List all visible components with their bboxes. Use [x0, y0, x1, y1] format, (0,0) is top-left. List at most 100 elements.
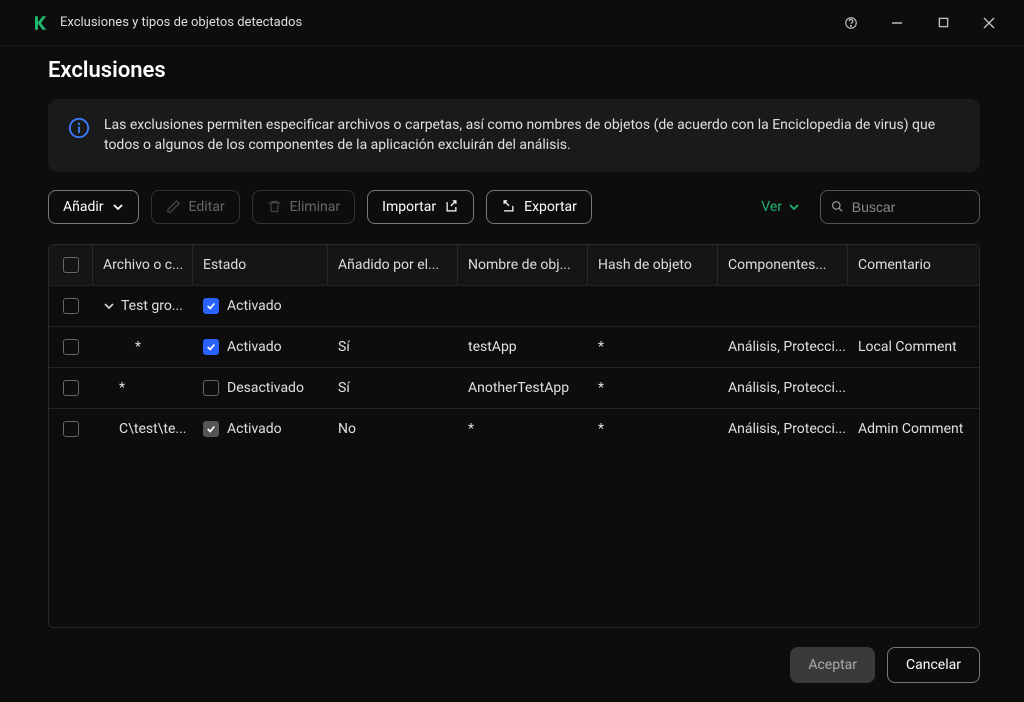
import-button-label: Importar: [382, 199, 436, 215]
exclusions-table: Archivo o c... Estado Añadido por el... …: [48, 244, 980, 628]
row-checkbox[interactable]: [63, 339, 79, 355]
cell-components: [718, 286, 848, 326]
accept-button[interactable]: Aceptar: [790, 647, 875, 683]
header-object-hash[interactable]: Hash de objeto: [588, 245, 718, 285]
header-state[interactable]: Estado: [193, 245, 328, 285]
table-body: Test gro...Activado*ActivadoSítestApp*An…: [49, 285, 979, 627]
titlebar: Exclusiones y tipos de objetos detectado…: [0, 0, 1024, 46]
cell-object-name: AnotherTestApp: [458, 368, 588, 408]
edit-button-label: Editar: [189, 199, 225, 215]
trash-icon: [267, 199, 282, 214]
header-components[interactable]: Componentes...: [718, 245, 848, 285]
table-row[interactable]: C\test\te...ActivadoNo**Análisis, Protec…: [49, 408, 979, 449]
view-link[interactable]: Ver: [761, 199, 800, 215]
add-button[interactable]: Añadir: [48, 190, 139, 224]
table-header: Archivo o c... Estado Añadido por el... …: [49, 245, 979, 285]
row-checkbox[interactable]: [63, 298, 79, 314]
select-all-checkbox[interactable]: [63, 257, 79, 273]
cell-object-name: *: [458, 409, 588, 449]
cell-added-by: [328, 286, 458, 326]
cancel-button-label: Cancelar: [906, 657, 961, 673]
cell-added-by: Sí: [328, 327, 458, 367]
cell-object-hash: *: [588, 327, 718, 367]
toolbar: Añadir Editar Eliminar Importar Exportar: [48, 190, 980, 224]
header-file[interactable]: Archivo o c...: [93, 245, 193, 285]
window-controls: [828, 7, 1012, 39]
table-row[interactable]: Test gro...Activado: [49, 285, 979, 326]
edit-button[interactable]: Editar: [151, 190, 240, 224]
cell-object-hash: *: [588, 368, 718, 408]
maximize-button[interactable]: [920, 7, 966, 39]
app-window: Exclusiones y tipos de objetos detectado…: [0, 0, 1024, 702]
cancel-button[interactable]: Cancelar: [887, 647, 980, 683]
export-icon: [501, 199, 516, 214]
header-comment[interactable]: Comentario: [848, 245, 968, 285]
cell-state: Activado: [193, 286, 328, 326]
chevron-down-icon: [788, 201, 800, 213]
row-checkbox-cell: [49, 368, 93, 408]
header-added-by[interactable]: Añadido por el...: [328, 245, 458, 285]
app-logo-icon: [32, 14, 50, 32]
row-checkbox-cell: [49, 409, 93, 449]
export-button[interactable]: Exportar: [486, 190, 592, 224]
row-checkbox[interactable]: [63, 421, 79, 437]
info-text: Las exclusiones permiten especificar arc…: [104, 115, 960, 156]
window-title: Exclusiones y tipos de objetos detectado…: [60, 15, 828, 30]
state-label: Desactivado: [227, 380, 304, 396]
state-label: Activado: [227, 339, 282, 355]
search-box[interactable]: [820, 190, 980, 224]
table-row[interactable]: *ActivadoSítestApp*Análisis, Protecci...…: [49, 326, 979, 367]
cell-state: Desactivado: [193, 368, 328, 408]
cell-object-hash: [588, 286, 718, 326]
header-object-name[interactable]: Nombre de obj...: [458, 245, 588, 285]
info-banner: Las exclusiones permiten especificar arc…: [48, 99, 980, 172]
cell-components: Análisis, Protecci...: [718, 327, 848, 367]
chevron-down-icon: [112, 201, 124, 213]
cell-object-name: testApp: [458, 327, 588, 367]
pencil-icon: [166, 199, 181, 214]
cell-comment: Local Comment: [848, 327, 968, 367]
row-checkbox-cell: [49, 286, 93, 326]
minimize-button[interactable]: [874, 7, 920, 39]
close-button[interactable]: [966, 7, 1012, 39]
cell-file: C\test\te...: [93, 409, 193, 449]
row-checkbox[interactable]: [63, 380, 79, 396]
file-label: C\test\te...: [119, 421, 187, 437]
import-icon: [444, 199, 459, 214]
state-label: Activado: [227, 298, 282, 314]
state-checkbox[interactable]: [203, 298, 219, 314]
state-checkbox[interactable]: [203, 339, 219, 355]
state-label: Activado: [227, 421, 282, 437]
state-checkbox[interactable]: [203, 421, 219, 437]
import-button[interactable]: Importar: [367, 190, 474, 224]
cell-components: Análisis, Protecci...: [718, 368, 848, 408]
cell-added-by: Sí: [328, 368, 458, 408]
footer: Aceptar Cancelar: [0, 628, 1024, 702]
view-link-label: Ver: [761, 199, 782, 215]
cell-object-name: [458, 286, 588, 326]
add-button-label: Añadir: [63, 199, 104, 215]
state-checkbox[interactable]: [203, 380, 219, 396]
search-input[interactable]: [852, 199, 969, 215]
cell-comment: Admin Comment: [848, 409, 968, 449]
search-icon: [831, 199, 844, 214]
cell-comment: [848, 286, 968, 326]
cell-state: Activado: [193, 327, 328, 367]
table-row[interactable]: *DesactivadoSíAnotherTestApp*Análisis, P…: [49, 367, 979, 408]
cell-file: *: [93, 368, 193, 408]
delete-button-label: Eliminar: [290, 199, 341, 215]
file-label: *: [135, 339, 141, 355]
help-button[interactable]: [828, 7, 874, 39]
page-title: Exclusiones: [48, 58, 980, 83]
cell-object-hash: *: [588, 409, 718, 449]
row-checkbox-cell: [49, 327, 93, 367]
cell-comment: [848, 368, 968, 408]
header-checkbox-cell: [49, 245, 93, 285]
file-label: *: [119, 380, 125, 396]
delete-button[interactable]: Eliminar: [252, 190, 356, 224]
export-button-label: Exportar: [524, 199, 577, 215]
accept-button-label: Aceptar: [808, 657, 857, 673]
cell-state: Activado: [193, 409, 328, 449]
content-area: Exclusiones Las exclusiones permiten esp…: [0, 46, 1024, 628]
cell-components: Análisis, Protecci...: [718, 409, 848, 449]
